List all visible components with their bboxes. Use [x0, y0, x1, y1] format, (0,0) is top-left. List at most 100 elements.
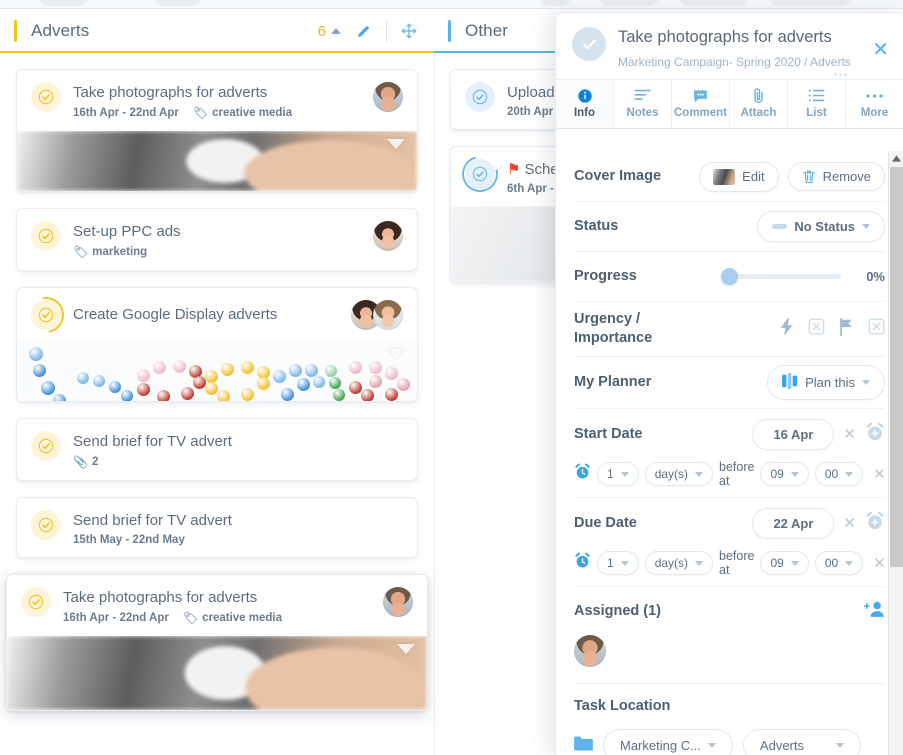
task-card[interactable]: Send brief for TV advert 📎 2: [16, 418, 418, 481]
task-complete-checkbox[interactable]: [31, 510, 61, 540]
task-card[interactable]: Send brief for TV advert 15th May - 22nd…: [16, 497, 418, 558]
start-reminder-unit-dropdown[interactable]: day(s): [644, 462, 714, 486]
tag-icon: 🏷: [182, 611, 199, 625]
lightning-icon[interactable]: [779, 317, 795, 341]
tab-notes[interactable]: Notes: [614, 80, 672, 128]
progress-ring: [20, 289, 72, 341]
doodle-dot: [329, 377, 341, 389]
doodle-dot: [217, 390, 230, 401]
doodle-dot: [325, 365, 337, 377]
task-cover-image[interactable]: [7, 636, 427, 710]
avatar[interactable]: [383, 587, 413, 617]
panel-header: Take photographs for adverts Marketing C…: [556, 13, 903, 83]
avatar[interactable]: [373, 300, 403, 330]
cover-remove-button[interactable]: Remove: [787, 162, 885, 191]
status-color-swatch: [772, 224, 788, 229]
check-circle-icon[interactable]: [572, 27, 606, 61]
project-dropdown[interactable]: Marketing C...: [603, 729, 733, 755]
scroll-up-arrow-icon[interactable]: [889, 151, 903, 166]
start-reminder-hour-dropdown[interactable]: 09: [760, 462, 809, 486]
ellipsis-icon[interactable]: ⋯: [833, 65, 850, 83]
page-title: Take photographs for adverts: [618, 28, 832, 46]
clear-due-reminder-icon[interactable]: ✕: [873, 556, 886, 571]
chevron-down-icon[interactable]: [387, 139, 405, 149]
start-reminder-hour: 09: [770, 467, 784, 481]
task-complete-checkbox[interactable]: [31, 431, 61, 461]
clear-urgency-icon[interactable]: [808, 318, 825, 340]
task-detail-panel: Take photographs for adverts Marketing C…: [555, 12, 903, 755]
start-reminder-minute-dropdown[interactable]: 00: [814, 462, 864, 486]
task-dates: 20th Apr: [507, 106, 554, 118]
tab-info[interactable]: Info: [556, 80, 614, 128]
tag-icon: 🏷: [73, 245, 89, 259]
task-dates: 15th May - 22nd May: [73, 534, 185, 546]
pencil-icon[interactable]: [353, 20, 375, 42]
cover-edit-button[interactable]: Edit: [699, 161, 779, 192]
start-reminder-amount: 1: [607, 467, 614, 481]
alarm-icon[interactable]: [574, 463, 591, 485]
clear-start-reminder-icon[interactable]: ✕: [873, 467, 886, 482]
due-date-value-button[interactable]: 22 Apr: [752, 508, 835, 539]
row-my-planner: My Planner Plan this: [574, 357, 885, 409]
due-reminder-amount-dropdown[interactable]: 1: [597, 551, 639, 575]
move-icon[interactable]: [398, 20, 420, 42]
header-divider: [386, 20, 387, 42]
clear-importance-icon[interactable]: [868, 318, 885, 340]
scrollbar-thumb[interactable]: [890, 167, 903, 567]
task-complete-checkbox[interactable]: [465, 82, 495, 112]
panel-scrollbar[interactable]: [888, 151, 903, 755]
due-reminder-unit-dropdown[interactable]: day(s): [644, 551, 714, 575]
task-card-row: Create Google Display adverts: [17, 288, 417, 341]
due-reminder-minute-dropdown[interactable]: 00: [814, 551, 864, 575]
panel-body: Cover Image Edit Remove Status No Status…: [556, 152, 903, 755]
task-cover-image[interactable]: [17, 341, 417, 401]
task-complete-checkbox[interactable]: [20, 289, 72, 341]
alarm-icon[interactable]: [574, 552, 591, 574]
chevron-down-icon[interactable]: [397, 644, 415, 654]
due-reminder-hour-dropdown[interactable]: 09: [760, 551, 809, 575]
avatar[interactable]: [574, 635, 606, 667]
task-complete-checkbox[interactable]: [31, 82, 61, 112]
task-card-row: Set-up PPC ads 🏷 marketing: [17, 209, 417, 270]
clear-due-date-icon[interactable]: ✕: [843, 516, 856, 531]
doodle-dot: [369, 361, 382, 375]
doodle-dot: [349, 380, 362, 394]
task-card-text: Take photographs for adverts 16th Apr - …: [73, 82, 365, 120]
task-complete-checkbox[interactable]: [21, 587, 51, 617]
tab-list[interactable]: List: [788, 80, 846, 128]
chevron-down-icon[interactable]: [387, 349, 405, 359]
add-user-icon[interactable]: [863, 600, 885, 623]
tab-comment[interactable]: Comment: [672, 80, 730, 128]
task-card-dragging[interactable]: Take photographs for adverts 16th Apr - …: [6, 574, 428, 711]
task-card[interactable]: Take photographs for adverts 16th Apr - …: [16, 69, 418, 192]
start-reminder-amount-dropdown[interactable]: 1: [597, 462, 639, 486]
avatar[interactable]: [373, 221, 403, 251]
status-dropdown[interactable]: No Status: [757, 211, 885, 242]
alarm-add-icon[interactable]: [865, 422, 885, 447]
task-complete-checkbox[interactable]: [455, 149, 505, 199]
plan-this-dropdown[interactable]: Plan this: [767, 365, 885, 400]
flag-icon[interactable]: [838, 317, 855, 341]
task-card[interactable]: Create Google Display adverts: [16, 287, 418, 402]
task-card[interactable]: Set-up PPC ads 🏷 marketing: [16, 208, 418, 271]
start-reminder-minute: 00: [824, 467, 839, 481]
caret-up-icon[interactable]: [331, 28, 341, 34]
start-date-value-button[interactable]: 16 Apr: [752, 419, 835, 450]
tab-more[interactable]: More: [846, 80, 903, 128]
tab-attach[interactable]: Attach: [730, 80, 788, 128]
doodle-dot: [205, 381, 218, 395]
list-dropdown[interactable]: Adverts: [742, 729, 861, 755]
slider-knob[interactable]: [721, 268, 739, 285]
chevron-down-icon: [620, 471, 629, 477]
close-icon[interactable]: ✕: [872, 40, 889, 60]
column-header-adverts: Adverts 6: [0, 9, 434, 53]
task-cover-image[interactable]: [17, 131, 417, 191]
avatar[interactable]: [373, 82, 403, 112]
task-complete-checkbox[interactable]: [31, 221, 61, 251]
app-root: Adverts 6 Take photographs for adverts 1…: [0, 0, 903, 755]
clear-start-date-icon[interactable]: ✕: [843, 427, 856, 442]
task-card-text: Set-up PPC ads 🏷 marketing: [73, 221, 365, 259]
alarm-add-icon[interactable]: [865, 511, 885, 536]
toolbar-ghost-item: [155, 0, 201, 6]
progress-slider[interactable]: [721, 268, 842, 285]
